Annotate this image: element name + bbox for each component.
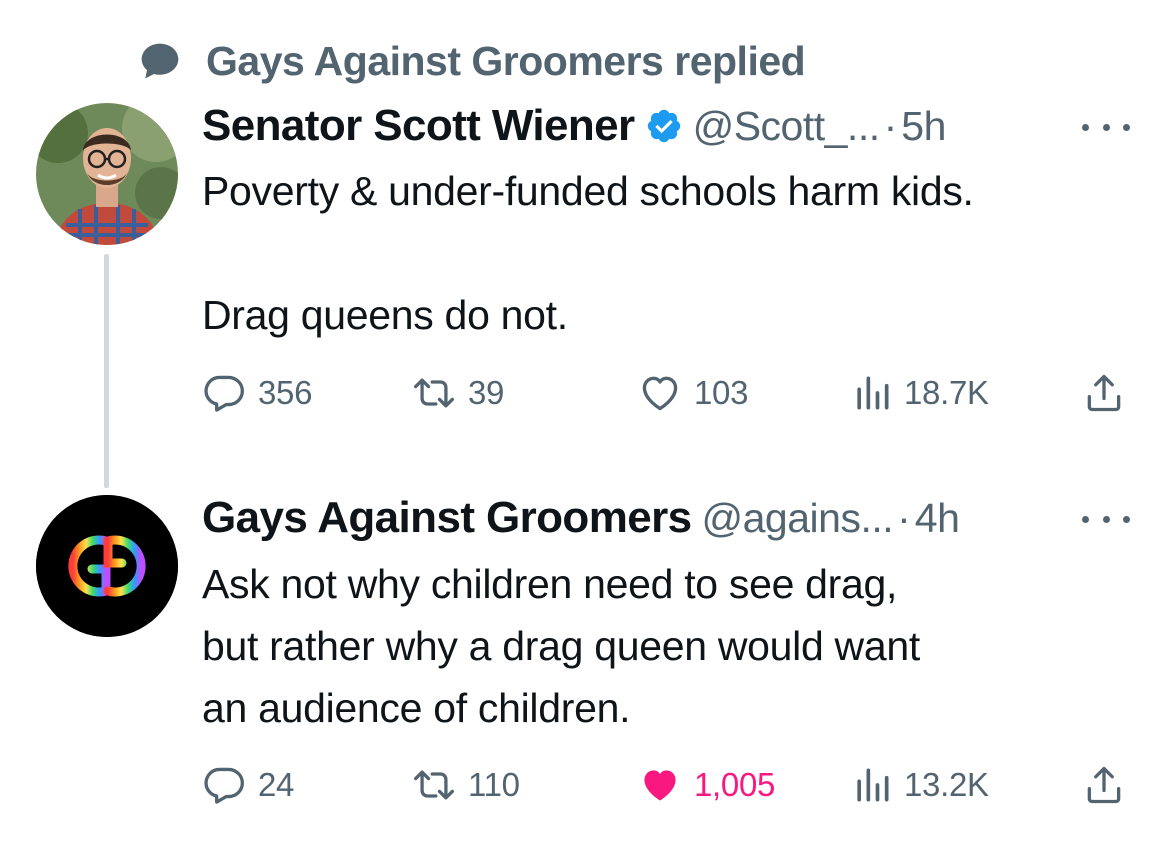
- retweet-count: 110: [468, 766, 520, 803]
- reply-count: 24: [258, 766, 295, 803]
- retweet-icon: [412, 763, 456, 807]
- more-options-icon[interactable]: [1082, 509, 1130, 529]
- tweet-text: Ask not why children need to see drag, b…: [202, 553, 1132, 739]
- heart-filled-icon: [638, 763, 682, 807]
- avatar[interactable]: [36, 495, 178, 637]
- tweet-header: Gays Against Groomers @agains... · 4h: [202, 492, 960, 544]
- tweet-line: but rather why a drag queen would want: [202, 623, 920, 669]
- retweet-count: 39: [468, 374, 505, 411]
- reply-button[interactable]: 24: [202, 760, 294, 810]
- tweet-text: Poverty & under-funded schools harm kids…: [202, 160, 1142, 346]
- handle[interactable]: @Scott_...: [693, 103, 881, 150]
- avatar[interactable]: [36, 103, 178, 245]
- tweet-line-break: [202, 222, 1142, 284]
- analytics-icon: [852, 763, 892, 807]
- retweet-button[interactable]: 39: [412, 368, 504, 418]
- social-context[interactable]: Gays Against Groomers replied: [136, 36, 806, 86]
- share-icon: [1082, 371, 1126, 415]
- verified-badge-icon: [645, 107, 683, 145]
- reply-icon: [202, 763, 246, 807]
- tweet-actions: 24 110 1,005 13.2K: [202, 760, 1132, 810]
- thread-connector: [104, 254, 109, 488]
- views-count: 13.2K: [904, 766, 989, 803]
- share-icon: [1082, 763, 1126, 807]
- more-options-icon[interactable]: [1082, 117, 1130, 137]
- views-button[interactable]: 18.7K: [852, 368, 989, 418]
- tweet-line: Ask not why children need to see drag,: [202, 561, 898, 607]
- views-button[interactable]: 13.2K: [852, 760, 989, 810]
- like-count: 1,005: [694, 766, 776, 803]
- share-button[interactable]: [1082, 760, 1126, 810]
- analytics-icon: [852, 371, 892, 415]
- like-button[interactable]: 1,005: [638, 760, 775, 810]
- display-name[interactable]: Senator Scott Wiener: [202, 101, 635, 151]
- context-label: Gays Against Groomers replied: [206, 37, 806, 84]
- like-count: 103: [694, 374, 749, 411]
- retweet-icon: [412, 371, 456, 415]
- retweet-button[interactable]: 110: [412, 760, 520, 810]
- display-name[interactable]: Gays Against Groomers: [202, 493, 692, 543]
- tweet-header: Senator Scott Wiener @Scott_... · 5h: [202, 100, 946, 152]
- speech-bubble-icon: [136, 37, 184, 85]
- reply-button[interactable]: 356: [202, 368, 312, 418]
- separator: ·: [883, 102, 898, 149]
- tweet-actions: 356 39 103 18.7K: [202, 368, 1132, 418]
- heart-icon: [638, 371, 682, 415]
- reply-count: 356: [258, 374, 313, 411]
- timestamp[interactable]: 4h: [915, 495, 960, 542]
- handle[interactable]: @agains...: [702, 495, 894, 542]
- like-button[interactable]: 103: [638, 368, 748, 418]
- share-button[interactable]: [1082, 368, 1126, 418]
- reply-icon: [202, 371, 246, 415]
- tweet-line: an audience of children.: [202, 685, 631, 731]
- tweet-line: Poverty & under-funded schools harm kids…: [202, 168, 974, 214]
- separator: ·: [897, 494, 911, 541]
- views-count: 18.7K: [904, 374, 989, 411]
- tweet-line: Drag queens do not.: [202, 292, 568, 338]
- timestamp[interactable]: 5h: [901, 103, 946, 150]
